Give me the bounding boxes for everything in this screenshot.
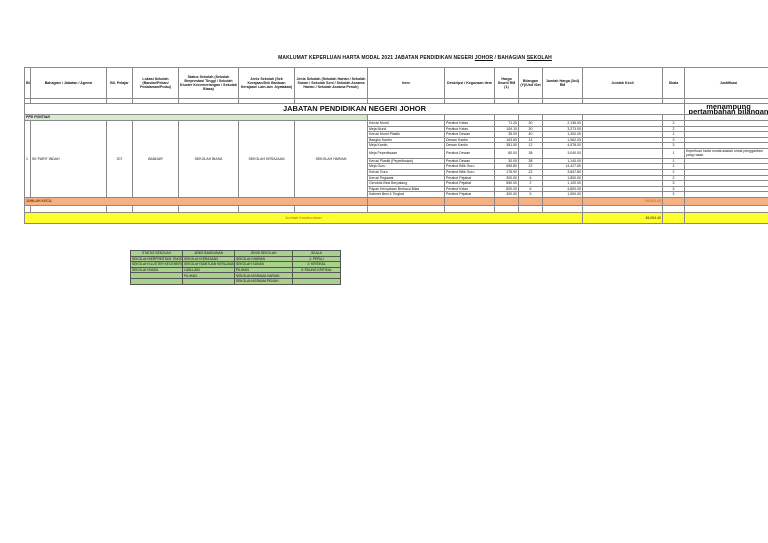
row-bahagian: SK PARIT INDAH [30, 120, 107, 198]
title-state: JOHOR [474, 55, 494, 61]
row-jenis-harian: SEKOLAH HARIAN [294, 120, 368, 198]
item-scale: 1 [662, 147, 685, 159]
item-justification: Keperluan harta modal adalah untuk pengg… [684, 147, 768, 159]
title-separator: / BAHAGIAN [493, 55, 527, 61]
spreadsheet-page: MAKLUMAT KEPERLUAN HARTA MODAL 2021 JABA… [0, 0, 768, 543]
header-jumlah-harga: Jumlah Harga (3x4) RM [542, 67, 583, 99]
dropdown-legend-table: STATUS SEKOLAH JENIS BANGUNAN JENIS SEKOLA… [130, 250, 341, 285]
header-status: Status Sekolah (Sekolah Berprestasi Ting… [178, 67, 239, 99]
header-item: Item [367, 67, 445, 99]
item-unit-price: 80.00 [494, 147, 519, 159]
item-quantity: 38 [518, 147, 543, 159]
legend-rows: STATUS SEKOLAH JENIS BANGUNAN JENIS SEKOLA… [130, 250, 341, 285]
jabatan-title: JABATAN PENDIDIKAN NEGERI JOHOR [24, 103, 685, 115]
header-deskripsi: Deskripsi / Kegunaan Item [444, 67, 495, 99]
item-name: Meja Peperiksaan [367, 147, 445, 159]
header-row: Bil. Bahagian / Jabatan / Agensi Bil. Pe… [24, 67, 768, 99]
capital-asset-table: Bil. Bahagian / Jabatan / Agensi Bil. Pe… [24, 67, 768, 224]
item-total-price: 3,040.00 [542, 147, 583, 159]
legend-cell [292, 278, 341, 285]
jabatan-title-row: JABATAN PENDIDIKAN NEGERI JOHOR menampun… [24, 103, 768, 115]
header-bilangan: Bilangan (Y)/Unit /Set [518, 67, 543, 99]
page-title: MAKLUMAT KEPERLUAN HARTA MODAL 2021 JABA… [230, 55, 600, 61]
item-subtotal-cell [582, 147, 663, 159]
legend-row: SEKOLAH ASRAMA PENUH [130, 278, 341, 285]
total-label: Jumlah Keseluruhan [24, 211, 583, 224]
legend-cell [130, 278, 183, 285]
header-justifikasi: Justifikasi [684, 67, 768, 99]
item-description: Perabot Dewan [444, 147, 495, 159]
header-jenis: Jenis Sekolah (Sek Kerajaan/Sek Bantuan … [238, 67, 295, 99]
header-lokasi: Lokasi Sekolah (Bandar/Pekan/ Pedalaman/… [132, 67, 179, 99]
row-bil-pelajar: 207 [106, 120, 133, 198]
row-lokasi: BANDAR [132, 120, 179, 198]
row-jenis: SEKOLAH KERAJAAN [238, 120, 295, 198]
subtotal-label: JUMLAH KECIL [24, 196, 368, 206]
header-harga: Harga Seunit RM (1) [494, 67, 519, 99]
legend-cell: SEKOLAH BANTUAN KERAJAAN [182, 261, 235, 268]
title-prefix: MAKLUMAT KEPERLUAN HARTA MODAL 2021 JABA… [278, 55, 475, 61]
item-rows: 1 SK PARIT INDAH 207 BANDAR SEKOLAH BIASA SEK… [24, 120, 768, 198]
subtotal-row: JUMLAH KECIL 45,004.40 [24, 196, 768, 206]
header-jenis-harian: Jenis Sekolah (Sekolah Harian / Sekolah … [294, 67, 368, 99]
total-row: Jumlah Keseluruhan 45,004.40 [24, 211, 768, 224]
header-jumlah-kecil: Jumlah Kecil [582, 67, 663, 99]
blank-row [24, 204, 768, 213]
legend-row: SEKOLAH BERPRESTASI TINGGI SEKOLAH KERAJA… [130, 255, 341, 263]
header-bil-pelajar: Bil. Pelajar [106, 67, 133, 99]
legend-cell: SEKOLAH KLUSTER KECEMERLANGAN [130, 261, 183, 268]
total-amount: 45,004.40 [582, 211, 663, 224]
legend-cell [182, 278, 235, 285]
legend-row: SEKOLAH KLUSTER KECEMERLANGANSEKOLAH BAN… [130, 261, 341, 268]
subtotal-amount: 45,004.40 [582, 196, 663, 206]
header-bahagian: Bahagian / Jabatan / Agensi [30, 67, 107, 99]
legend-cell: SEKOLAH ASRAMA PENUH [234, 278, 293, 285]
justification-top: menampung pertambahan bilangan [684, 103, 768, 115]
legend-cell: SEKOLAH BERPRESTASI TINGGI [130, 255, 183, 263]
header-skala: Skala [662, 67, 685, 99]
row-status: SEKOLAH BIASA [178, 120, 239, 198]
title-division: SEKOLAH [526, 55, 552, 61]
